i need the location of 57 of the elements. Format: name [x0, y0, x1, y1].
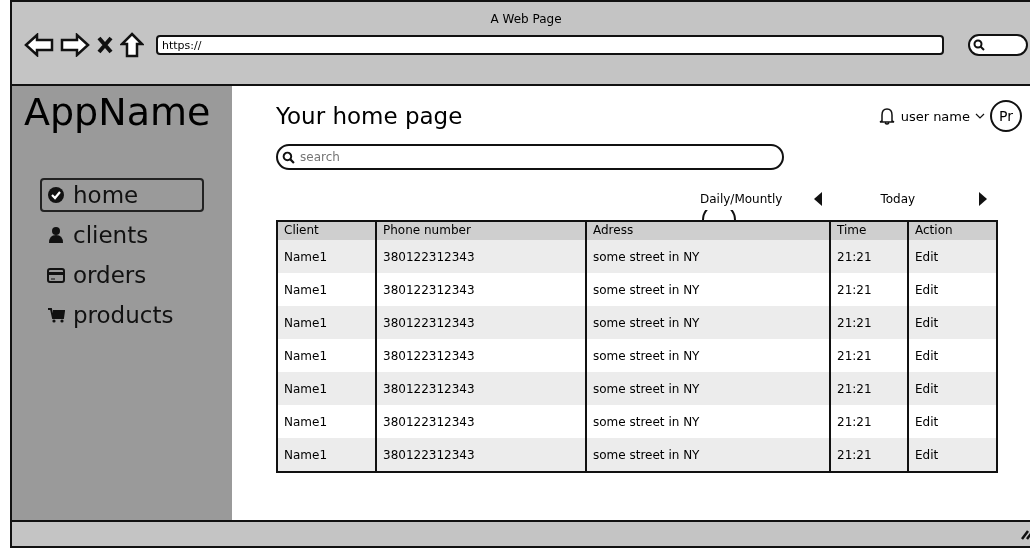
table-cell: 380122312343: [375, 240, 585, 273]
sidebar-item[interactable]: orders: [40, 258, 204, 292]
column-header: Adress: [585, 222, 829, 240]
table-cell: 380122312343: [375, 306, 585, 339]
table-cell: 21:21: [829, 306, 907, 339]
table-cell-text: Name1: [283, 413, 329, 431]
resize-grip-icon[interactable]: [1020, 528, 1030, 540]
table-cell: Name1: [278, 372, 375, 405]
triangle-right-icon[interactable]: [979, 192, 988, 206]
page-title: Your home page: [276, 103, 463, 129]
home-icon[interactable]: [120, 32, 144, 58]
column-header: Phone number: [375, 222, 585, 240]
table-cell-text: Name1: [283, 347, 329, 365]
bell-icon[interactable]: [877, 107, 896, 125]
table-cell: some street in NY: [585, 372, 829, 405]
user-icon: [47, 226, 65, 244]
toggle-label: Daily/Mountly: [700, 192, 783, 206]
cart-icon: [47, 306, 65, 324]
table-cell: 21:21: [829, 438, 907, 471]
forward-icon[interactable]: [60, 33, 90, 57]
table-cell: Name1: [278, 306, 375, 339]
search-icon: [973, 39, 985, 51]
search-field[interactable]: search: [276, 144, 784, 170]
table-cell-text: Name1: [283, 281, 329, 299]
table-cell: 21:21: [829, 240, 907, 273]
edit-link[interactable]: Edit: [907, 438, 996, 471]
column-header: Client: [278, 222, 375, 240]
window-title: A Web Page: [490, 11, 562, 26]
table-cell: 380122312343: [375, 438, 585, 471]
sidebar-item[interactable]: clients: [40, 218, 204, 252]
table-cell: 380122312343: [375, 372, 585, 405]
table-cell: 21:21: [829, 372, 907, 405]
table-cell: some street in NY: [585, 306, 829, 339]
back-icon[interactable]: [24, 33, 54, 57]
avatar[interactable]: Pr: [990, 100, 1022, 132]
user-name[interactable]: user name: [900, 108, 970, 124]
credit-card-icon: [47, 266, 65, 284]
edit-link[interactable]: Edit: [907, 240, 996, 273]
address-field[interactable]: https://: [156, 35, 944, 55]
column-header: Action: [907, 222, 996, 240]
app-name: AppName: [23, 90, 211, 134]
close-icon[interactable]: [96, 35, 114, 55]
edit-link[interactable]: Edit: [907, 306, 996, 339]
triangle-left-icon[interactable]: [814, 192, 823, 206]
sidebar-item[interactable]: home: [40, 178, 204, 212]
sidebar-item[interactable]: products: [40, 298, 204, 332]
edit-link[interactable]: Edit: [907, 372, 996, 405]
table-cell: some street in NY: [585, 438, 829, 471]
column-header: Time: [829, 222, 907, 240]
table-cell: some street in NY: [585, 240, 829, 273]
search-box[interactable]: [968, 34, 1028, 56]
chevron-down-icon[interactable]: [975, 113, 985, 119]
table-cell: Name1: [278, 438, 375, 471]
table-cell: Name1: [278, 240, 375, 273]
check-circle-icon: [47, 186, 65, 204]
toggle-knob-icon[interactable]: [702, 210, 736, 220]
period-label: Today: [880, 192, 916, 206]
